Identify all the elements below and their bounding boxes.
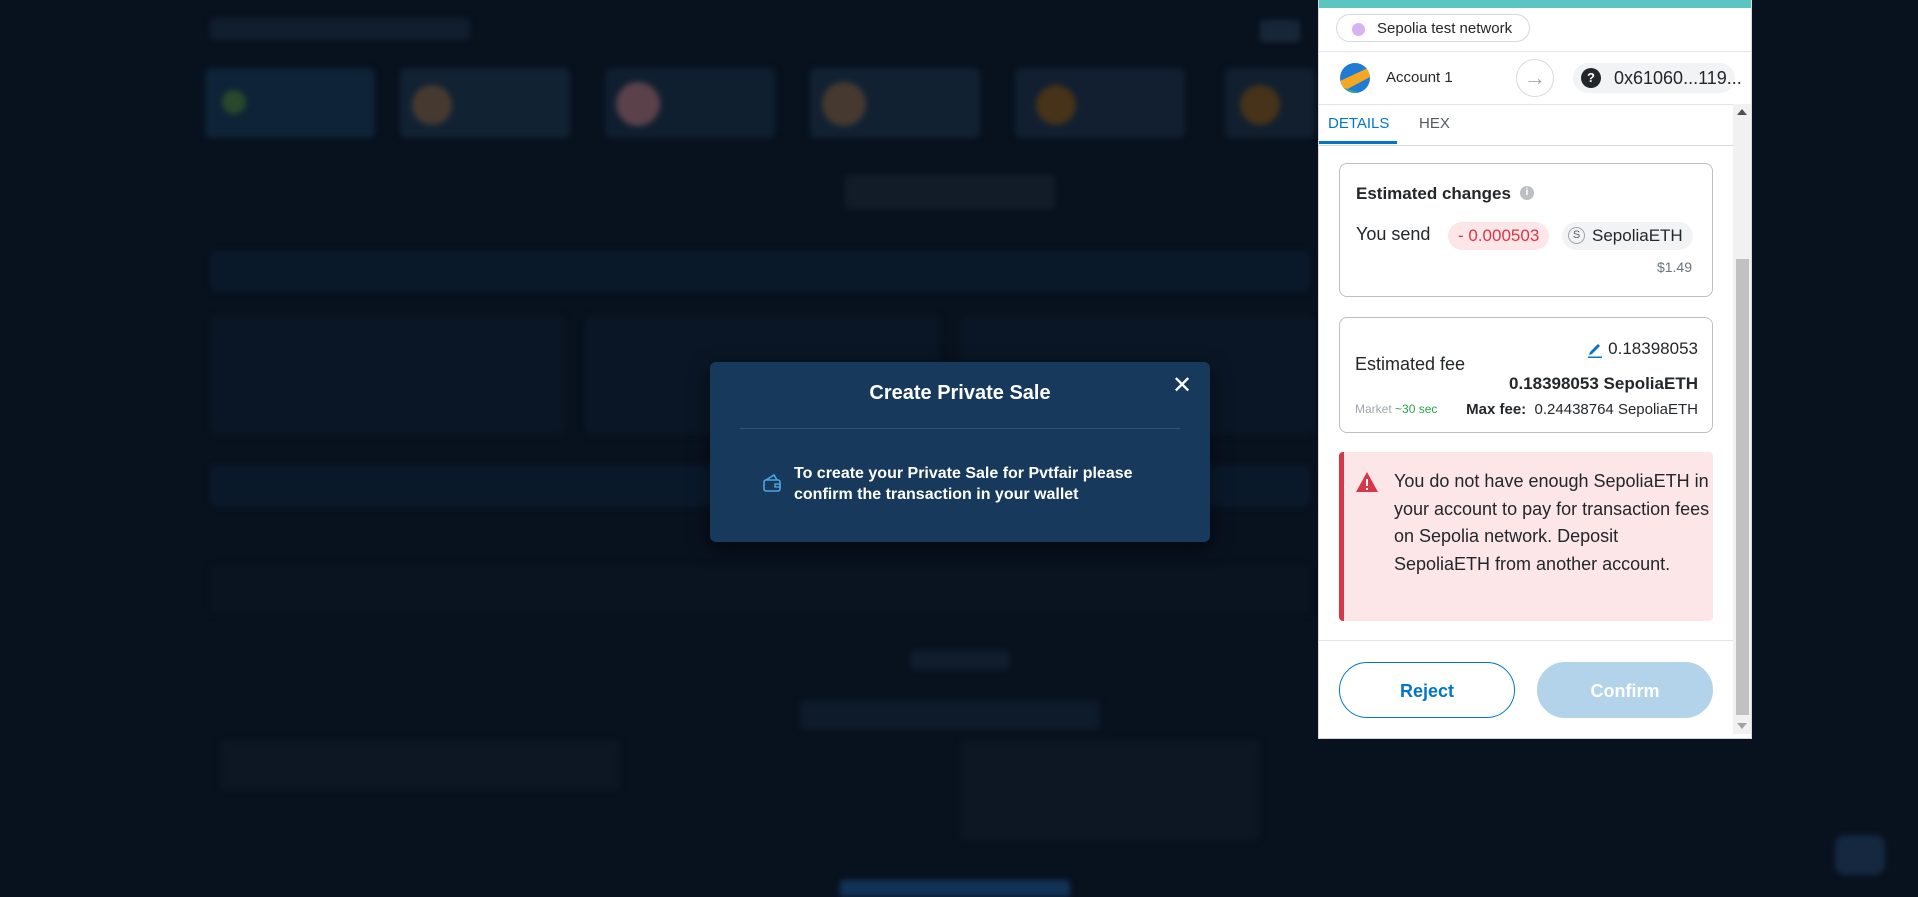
modal-message: To create your Private Sale for Pvtfair … bbox=[794, 465, 1133, 503]
scroll-up-icon[interactable] bbox=[1737, 109, 1747, 115]
recipient-address[interactable]: ? 0x61060...119... bbox=[1573, 63, 1742, 93]
you-send-label: You send bbox=[1356, 224, 1431, 244]
scroll-down-icon[interactable] bbox=[1737, 723, 1747, 729]
question-icon: ? bbox=[1581, 68, 1601, 88]
warning-icon bbox=[1356, 472, 1378, 492]
tabs: DETAILS HEX bbox=[1319, 104, 1733, 146]
top-accent-bar bbox=[1319, 0, 1751, 8]
scrollbar-thumb[interactable] bbox=[1736, 259, 1749, 715]
market-label: Market bbox=[1355, 402, 1392, 416]
token-name: SepoliaETH bbox=[1592, 226, 1683, 245]
jazzicon-icon bbox=[1340, 63, 1370, 93]
insufficient-funds-alert: You do not have enough SepoliaETH in you… bbox=[1339, 452, 1713, 621]
active-tab-indicator bbox=[1319, 141, 1397, 144]
alert-message: You do not have enough SepoliaETH in you… bbox=[1394, 471, 1710, 574]
footer-divider bbox=[1319, 640, 1733, 641]
token-pill[interactable]: S SepoliaETH bbox=[1562, 222, 1693, 250]
info-icon[interactable]: i bbox=[1520, 186, 1534, 200]
fee-amount: 0.18398053 bbox=[1608, 339, 1698, 358]
max-fee-label: Max fee: bbox=[1466, 401, 1527, 418]
account-name: Account 1 bbox=[1386, 69, 1453, 86]
market-estimate: Market ~30 sec bbox=[1355, 402, 1437, 416]
close-icon[interactable]: ✕ bbox=[1170, 374, 1194, 398]
confirm-button[interactable]: Confirm bbox=[1537, 662, 1713, 718]
account-avatar[interactable] bbox=[1340, 63, 1370, 93]
network-dot-icon bbox=[1352, 23, 1365, 36]
tab-hex[interactable]: HEX bbox=[1419, 115, 1450, 132]
modal-title: Create Private Sale bbox=[869, 382, 1051, 404]
estimated-fee-card: Estimated fee 0.18398053 0.18398053 Sepo… bbox=[1339, 317, 1713, 433]
tab-details[interactable]: DETAILS bbox=[1328, 115, 1389, 132]
max-fee-value: 0.24438764 SepoliaETH bbox=[1534, 401, 1698, 418]
estimated-fee-label: Estimated fee bbox=[1355, 354, 1466, 374]
token-icon: S bbox=[1568, 227, 1585, 244]
edit-gas-icon[interactable] bbox=[1587, 340, 1603, 358]
network-selector[interactable]: Sepolia test network bbox=[1336, 14, 1531, 42]
send-amount: - 0.000503 bbox=[1448, 222, 1550, 250]
modal-divider bbox=[740, 428, 1180, 429]
market-time: ~30 sec bbox=[1395, 402, 1438, 416]
wallet-icon bbox=[763, 473, 781, 492]
max-fee: Max fee: 0.24438764 SepoliaETH bbox=[1466, 401, 1698, 418]
fiat-value: $1.49 bbox=[1656, 259, 1692, 275]
create-private-sale-modal: Create Private Sale ✕ To create your Pri… bbox=[710, 362, 1210, 542]
scrollbar[interactable] bbox=[1733, 104, 1751, 734]
metamask-popup: Sepolia test network Account 1 → ? 0x610… bbox=[1318, 0, 1752, 739]
recipient-address-text: 0x61060...119... bbox=[1614, 68, 1742, 88]
account-row: Account 1 → ? 0x61060...119... bbox=[1319, 51, 1751, 105]
reject-button[interactable]: Reject bbox=[1339, 662, 1515, 718]
estimated-changes-card: Estimated changes i You send - 0.000503 … bbox=[1339, 163, 1713, 297]
fee-amount-bold: 0.18398053 SepoliaETH bbox=[1508, 374, 1698, 393]
estimated-changes-title: Estimated changes bbox=[1356, 184, 1511, 203]
arrow-right-icon: → bbox=[1516, 59, 1554, 97]
network-name: Sepolia test network bbox=[1377, 20, 1513, 37]
